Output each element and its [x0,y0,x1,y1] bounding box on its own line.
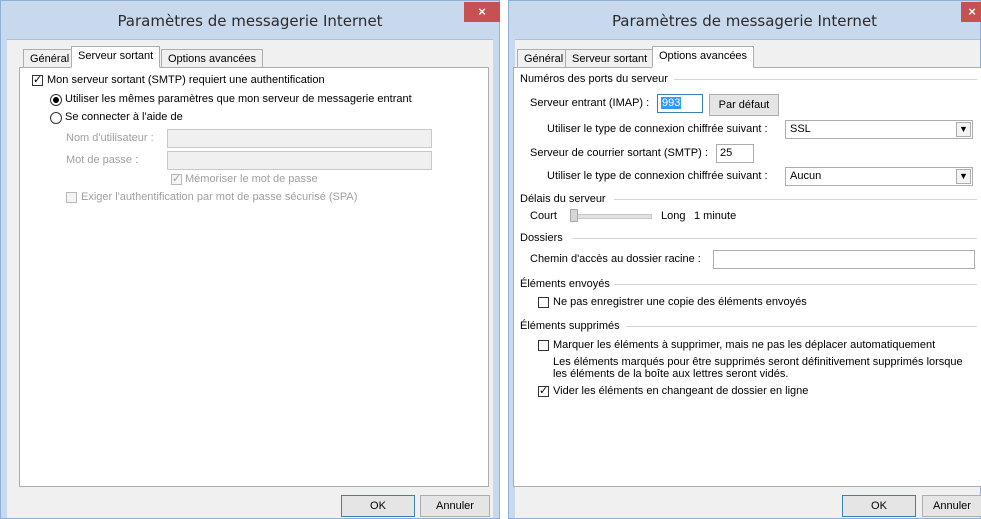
password-label: Mot de passe : [66,154,139,166]
default-ports-button[interactable]: Par défaut [709,94,779,116]
mark-deleted-note-line1: Les éléments marqués pour être supprimés… [553,356,963,368]
outgoing-server-dialog: Paramètres de messagerie Internet × Géné… [0,0,500,519]
timeout-group-label: Délais du serveur [520,193,606,205]
window-border-right [493,39,499,518]
no-sent-copy-checkbox[interactable] [538,297,549,308]
purge-online-checkbox[interactable]: ✓ [538,386,549,397]
ok-button[interactable]: OK [341,495,415,517]
title-bar: Paramètres de messagerie Internet × [509,1,981,40]
spa-label: Exiger l'authentification par mot de pas… [81,191,358,203]
tab-general[interactable]: Général [517,49,571,68]
smtp-port-field[interactable]: 25 [716,144,754,163]
mark-deleted-note-line2: les éléments de la boîte aux lettres ser… [553,368,789,380]
encryption-out-label: Utiliser le type de connexion chiffrée s… [547,170,768,182]
encryption-in-label: Utiliser le type de connexion chiffrée s… [547,123,768,135]
tab-outgoing-server[interactable]: Serveur sortant [71,46,161,68]
username-label: Nom d'utilisateur : [66,132,154,144]
advanced-options-dialog: Paramètres de messagerie Internet × Géné… [508,0,981,519]
tab-advanced-options[interactable]: Options avancées [652,46,755,68]
remember-password-checkbox[interactable]: ✓ [171,174,182,185]
mark-deleted-checkbox[interactable] [538,340,549,351]
tab-panel: ✓ Mon serveur sortant (SMTP) requiert un… [19,67,489,487]
login-with-radio[interactable] [50,112,62,124]
timeout-slider[interactable] [570,214,652,219]
encryption-in-select[interactable]: SSL ▼ [785,120,973,139]
cancel-button[interactable]: Annuler [420,495,490,517]
ok-button[interactable]: OK [842,495,916,517]
root-path-label: Chemin d'accès au dossier racine : [530,253,701,265]
folders-group-label: Dossiers [520,232,563,244]
timeout-group-line [614,199,977,200]
sent-group-line [614,284,977,285]
folders-group-line [572,238,977,239]
deleted-group-line [626,326,977,327]
root-path-field[interactable] [713,250,975,269]
spa-checkbox[interactable] [66,192,77,203]
imap-port-field[interactable]: 993 [657,94,703,113]
same-settings-label: Utiliser les mêmes paramètres que mon se… [65,93,412,105]
username-field[interactable] [167,129,432,148]
password-field[interactable] [167,151,432,170]
tab-general[interactable]: Général [23,49,77,68]
smtp-port-label: Serveur de courrier sortant (SMTP) : [530,147,708,159]
tab-advanced-options[interactable]: Options avancées [161,49,264,68]
title-bar: Paramètres de messagerie Internet × [1,1,500,40]
window-title: Paramètres de messagerie Internet [117,12,383,30]
close-button[interactable]: × [961,2,981,22]
close-button[interactable]: × [464,2,500,22]
ports-group-label: Numéros des ports du serveur [520,73,668,85]
timeout-long-label: Long [661,210,686,222]
deleted-group-label: Éléments supprimés [520,320,620,332]
encryption-out-select[interactable]: Aucun ▼ [785,167,973,186]
imap-port-label: Serveur entrant (IMAP) : [530,97,650,109]
no-sent-copy-label: Ne pas enregistrer une copie des élément… [553,296,807,308]
timeout-value: 1 minute [694,210,737,222]
timeout-short-label: Court [530,210,557,222]
remember-password-label: Mémoriser le mot de passe [185,173,318,185]
ports-group-line [674,79,977,80]
tab-outgoing-server[interactable]: Serveur sortant [565,49,655,68]
login-with-label: Se connecter à l'aide de [65,111,183,123]
chevron-down-icon: ▼ [956,122,971,137]
tab-panel: Numéros des ports du serveur Serveur ent… [513,67,981,487]
cancel-button[interactable]: Annuler [922,495,981,517]
window-border-left [1,39,7,518]
smtp-auth-label: Mon serveur sortant (SMTP) requiert une … [47,74,325,86]
window-title: Paramètres de messagerie Internet [611,12,878,30]
timeout-slider-thumb[interactable] [570,209,578,222]
chevron-down-icon: ▼ [956,169,971,184]
purge-online-label: Vider les éléments en changeant de dossi… [553,385,809,397]
same-settings-radio[interactable] [50,94,62,106]
smtp-auth-checkbox[interactable]: ✓ [32,75,43,86]
mark-deleted-label: Marquer les éléments à supprimer, mais n… [553,339,936,351]
sent-group-label: Éléments envoyés [520,278,610,290]
